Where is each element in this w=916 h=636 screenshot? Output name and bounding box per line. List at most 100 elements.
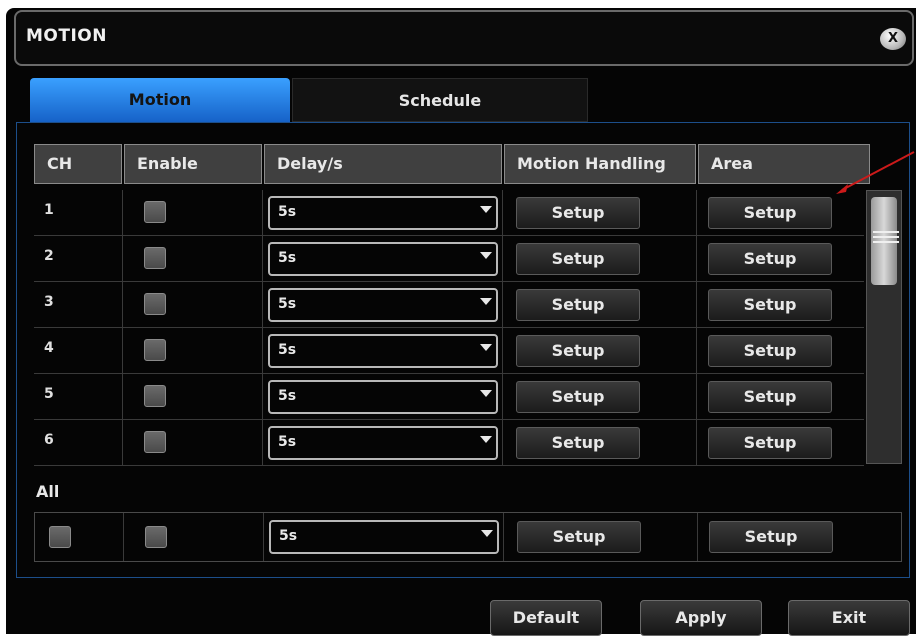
table-row: 5 5s Setup Setup xyxy=(34,374,864,420)
divider xyxy=(502,190,503,235)
all-motion-handling-setup-button[interactable]: Setup xyxy=(517,521,641,553)
delay-select[interactable]: 5s xyxy=(268,334,498,368)
all-row: 5s Setup Setup xyxy=(34,512,902,562)
enable-checkbox[interactable] xyxy=(144,247,166,269)
chevron-down-icon xyxy=(480,344,492,351)
divider xyxy=(697,513,698,561)
grip-line-icon xyxy=(873,231,899,233)
enable-checkbox[interactable] xyxy=(144,339,166,361)
divider xyxy=(122,328,123,373)
table-row: 2 5s Setup Setup xyxy=(34,236,864,282)
area-setup-button[interactable]: Setup xyxy=(708,335,832,367)
divider xyxy=(503,513,504,561)
divider xyxy=(696,190,697,235)
divider xyxy=(262,190,263,235)
divider xyxy=(262,282,263,327)
divider xyxy=(502,328,503,373)
delay-select[interactable]: 5s xyxy=(268,426,498,460)
enable-checkbox[interactable] xyxy=(144,201,166,223)
all-enable-checkbox[interactable] xyxy=(145,526,167,548)
divider xyxy=(696,374,697,419)
divider xyxy=(502,420,503,465)
delay-select[interactable]: 5s xyxy=(268,196,498,230)
divider xyxy=(262,328,263,373)
chevron-down-icon xyxy=(480,390,492,397)
close-icon[interactable]: X xyxy=(880,28,906,50)
divider xyxy=(502,236,503,281)
header-ch: CH xyxy=(34,144,122,184)
motion-handling-setup-button[interactable]: Setup xyxy=(516,381,640,413)
enable-checkbox[interactable] xyxy=(144,385,166,407)
all-area-setup-button[interactable]: Setup xyxy=(709,521,833,553)
default-button[interactable]: Default xyxy=(490,600,602,636)
delay-select[interactable]: 5s xyxy=(268,380,498,414)
divider xyxy=(122,374,123,419)
table-row: 3 5s Setup Setup xyxy=(34,282,864,328)
motion-handling-setup-button[interactable]: Setup xyxy=(516,197,640,229)
dialog-title: MOTION xyxy=(26,26,107,46)
delay-value: 5s xyxy=(278,204,297,220)
delay-select[interactable]: 5s xyxy=(268,288,498,322)
exit-button[interactable]: Exit xyxy=(788,600,910,636)
tab-bar: Motion Schedule xyxy=(30,78,588,122)
motion-handling-setup-button[interactable]: Setup xyxy=(516,289,640,321)
divider xyxy=(262,374,263,419)
area-setup-button[interactable]: Setup xyxy=(708,427,832,459)
annotation-arrow-icon xyxy=(836,151,915,194)
motion-handling-setup-button[interactable]: Setup xyxy=(516,335,640,367)
area-setup-button[interactable]: Setup xyxy=(708,243,832,275)
channel-number: 5 xyxy=(44,386,54,402)
divider xyxy=(123,513,124,561)
motion-handling-setup-button[interactable]: Setup xyxy=(516,243,640,275)
table-row: 4 5s Setup Setup xyxy=(34,328,864,374)
apply-button[interactable]: Apply xyxy=(640,600,762,636)
header-enable: Enable xyxy=(124,144,262,184)
enable-checkbox[interactable] xyxy=(144,293,166,315)
delay-value: 5s xyxy=(278,434,297,450)
channel-number: 3 xyxy=(44,294,54,310)
divider xyxy=(696,420,697,465)
divider xyxy=(263,513,264,561)
channel-number: 6 xyxy=(44,432,54,448)
divider xyxy=(122,282,123,327)
tab-schedule[interactable]: Schedule xyxy=(292,78,588,122)
divider xyxy=(696,328,697,373)
divider xyxy=(502,374,503,419)
chevron-down-icon xyxy=(481,530,493,537)
divider xyxy=(122,420,123,465)
title-bar: MOTION X xyxy=(14,10,914,66)
channel-number: 2 xyxy=(44,248,54,264)
divider xyxy=(502,282,503,327)
chevron-down-icon xyxy=(480,436,492,443)
divider xyxy=(696,282,697,327)
tab-motion[interactable]: Motion xyxy=(30,78,290,122)
channel-number: 1 xyxy=(44,202,54,218)
all-select-checkbox[interactable] xyxy=(49,526,71,548)
chevron-down-icon xyxy=(480,298,492,305)
delay-select[interactable]: 5s xyxy=(268,242,498,276)
chevron-down-icon xyxy=(480,206,492,213)
enable-checkbox[interactable] xyxy=(144,431,166,453)
chevron-down-icon xyxy=(480,252,492,259)
table-row: 1 5s Setup Setup xyxy=(34,190,864,236)
area-setup-button[interactable]: Setup xyxy=(708,381,832,413)
delay-value: 5s xyxy=(278,388,297,404)
channel-number: 4 xyxy=(44,340,54,356)
motion-handling-setup-button[interactable]: Setup xyxy=(516,427,640,459)
all-delay-select[interactable]: 5s xyxy=(269,520,499,554)
all-delay-value: 5s xyxy=(279,528,298,544)
delay-value: 5s xyxy=(278,342,297,358)
all-label: All xyxy=(36,482,60,501)
divider xyxy=(262,236,263,281)
divider xyxy=(122,190,123,235)
area-setup-button[interactable]: Setup xyxy=(708,197,832,229)
table-row: 6 5s Setup Setup xyxy=(34,420,864,466)
delay-value: 5s xyxy=(278,250,297,266)
grip-line-icon xyxy=(873,236,899,238)
delay-value: 5s xyxy=(278,296,297,312)
table-scrollbar[interactable] xyxy=(866,190,902,464)
grip-line-icon xyxy=(873,241,899,243)
area-setup-button[interactable]: Setup xyxy=(708,289,832,321)
header-motion-handling: Motion Handling xyxy=(504,144,696,184)
header-delay: Delay/s xyxy=(264,144,502,184)
